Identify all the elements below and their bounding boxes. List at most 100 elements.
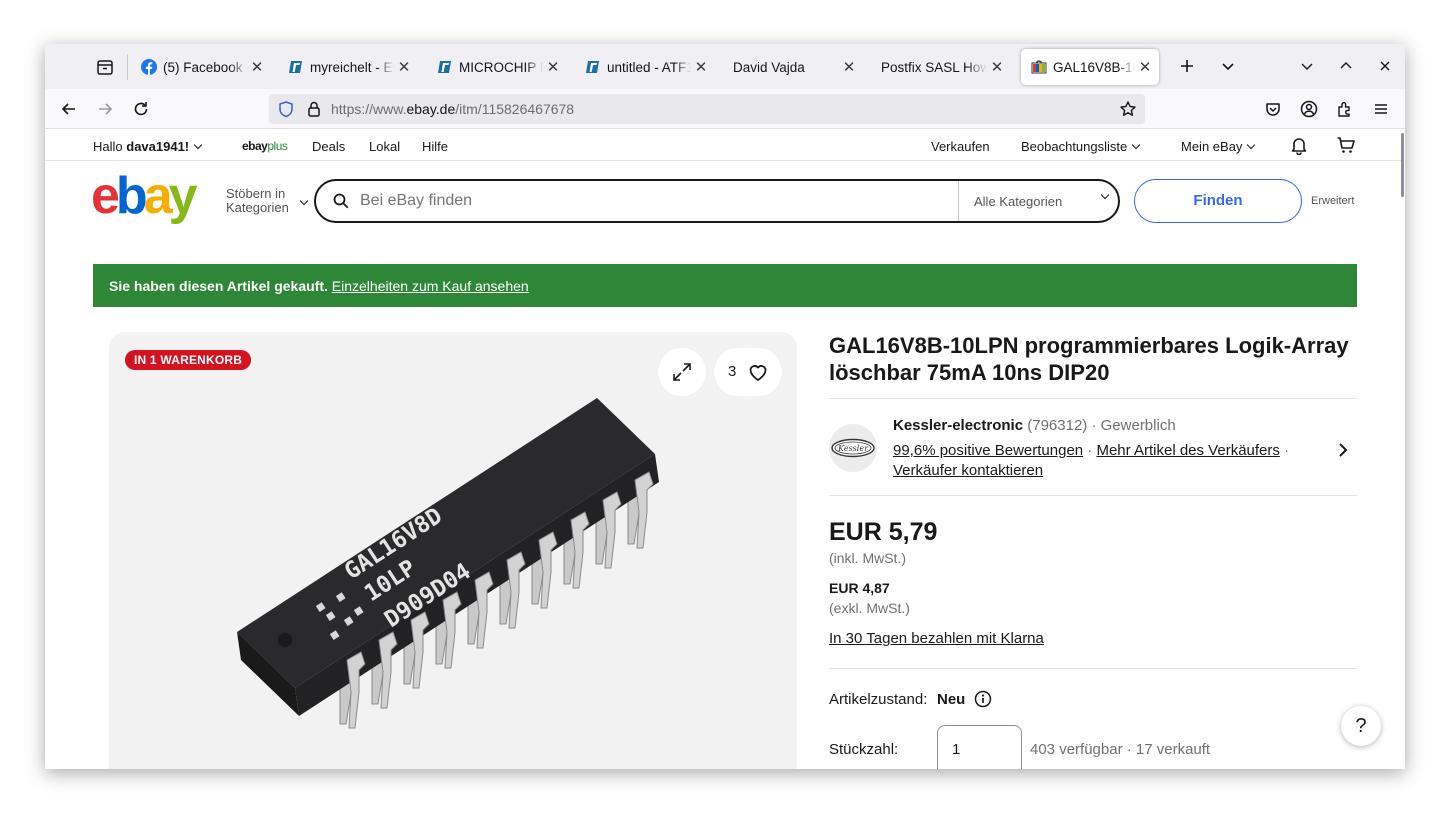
help-link[interactable]: Hilfe: [422, 139, 448, 154]
account-icon[interactable]: [1299, 99, 1319, 119]
tab-bar: (5) Facebook ✕ myreichelt - Elektronik ✕…: [45, 44, 1405, 89]
tab-title: MICROCHIP EEPROM: [459, 59, 543, 75]
kessler-logo-icon: Kessler: [831, 438, 875, 458]
category-select[interactable]: Alle Kategorien: [974, 194, 1062, 209]
heart-icon: [749, 365, 767, 381]
seller-logo[interactable]: Kessler: [829, 424, 877, 472]
image-gallery[interactable]: GAL16V8D 10LP D909D04 IN 1 WARENKORB 3: [109, 332, 797, 769]
bookmark-star-icon[interactable]: [1119, 100, 1137, 118]
back-arrow-icon[interactable]: [59, 99, 79, 119]
tab-ebay-active[interactable]: GAL16V8B-10LPN ✕: [1021, 49, 1159, 85]
contact-seller-link[interactable]: Verkäufer kontaktieren: [893, 462, 1043, 479]
watchlist-menu[interactable]: Beobachtungsliste: [1021, 139, 1141, 154]
find-button[interactable]: Finden: [1134, 179, 1302, 223]
purchase-details-link[interactable]: Einzelheiten zum Kauf ansehen: [332, 278, 529, 294]
ebay-icon: [1031, 60, 1047, 74]
chevron-down-icon: [1100, 190, 1110, 200]
url-bar[interactable]: https://www.ebay.de/itm/115826467678: [269, 94, 1145, 124]
price: EUR 5,79: [829, 518, 938, 546]
reload-icon[interactable]: [131, 99, 151, 119]
new-tab-icon[interactable]: [1177, 56, 1197, 76]
expand-icon: [673, 363, 691, 381]
browse-categories-button[interactable]: Stöbern in Kategorien: [226, 187, 289, 215]
tab-manager-icon[interactable]: [95, 57, 115, 77]
more-items-link[interactable]: Mehr Artikel des Verkäufers: [1096, 442, 1279, 459]
tab-title: untitled - ATF16V8: [607, 59, 691, 75]
maximize-chevron-icon[interactable]: [1336, 56, 1356, 76]
product-title: GAL16V8B-10LPN programmierbares Logik-Ar…: [829, 333, 1349, 385]
browser-window: (5) Facebook ✕ myreichelt - Elektronik ✕…: [45, 44, 1405, 769]
watch-count: 3: [728, 363, 737, 380]
quantity-label: Stückzahl:: [829, 741, 899, 758]
divider: [829, 668, 1357, 669]
ebay-plus-link[interactable]: ebayplus: [242, 139, 288, 153]
seller-feedback-count: (796312): [1027, 417, 1088, 434]
seller-name[interactable]: Kessler-electronic: [893, 417, 1023, 434]
seller-links: 99,6% positive Bewertungen · Mehr Artike…: [893, 442, 1290, 479]
net-price-note: (exkl. MwSt.): [829, 600, 910, 616]
url-text: https://www.ebay.de/itm/115826467678: [331, 101, 575, 117]
klarna-link[interactable]: In 30 Tagen bezahlen mit Klarna: [829, 630, 1044, 647]
advanced-search-link[interactable]: Erweitert: [1311, 195, 1354, 207]
info-icon[interactable]: [974, 690, 992, 708]
seller-info: Kessler-electronic (796312) · Gewerblich: [893, 417, 1176, 434]
tab-david-vajda[interactable]: David Vajda ✕: [723, 49, 863, 85]
forward-arrow-icon[interactable]: [95, 99, 115, 119]
deals-link[interactable]: Deals: [312, 139, 345, 154]
purchased-banner: Sie haben diesen Artikel gekauft. Einzel…: [93, 264, 1357, 307]
lock-icon[interactable]: [305, 100, 323, 118]
menu-icon[interactable]: [1371, 99, 1391, 119]
tab-title: (5) Facebook: [163, 59, 243, 75]
facebook-icon: [141, 59, 157, 75]
close-tab-icon[interactable]: ✕: [987, 58, 1007, 76]
tab-myreichelt[interactable]: myreichelt - Elektronik ✕: [278, 49, 418, 85]
close-tab-icon[interactable]: ✕: [394, 58, 414, 76]
extensions-icon[interactable]: [1335, 99, 1355, 119]
svg-text:Kessler: Kessler: [837, 444, 869, 453]
search-bar: Alle Kategorien: [314, 179, 1120, 223]
in-cart-badge: IN 1 WARENKORB: [125, 350, 252, 370]
price-note: (inkl. MwSt.): [829, 550, 906, 566]
reichelt-icon: [289, 61, 302, 73]
tab-separator: [127, 54, 128, 80]
minimize-chevron-icon[interactable]: [1297, 56, 1317, 76]
seller-type: · Gewerblich: [1091, 417, 1176, 434]
close-tab-icon[interactable]: ✕: [247, 58, 267, 76]
chevron-right-icon[interactable]: [1333, 440, 1353, 460]
tab-facebook[interactable]: (5) Facebook ✕: [131, 49, 271, 85]
net-price: EUR 4,87: [829, 580, 890, 596]
seller-rating-link[interactable]: 99,6% positive Bewertungen: [893, 442, 1083, 459]
watch-button[interactable]: 3: [714, 348, 782, 396]
pocket-icon[interactable]: [1263, 99, 1283, 119]
chevron-down-icon: [1132, 140, 1141, 150]
help-button[interactable]: ?: [1341, 706, 1381, 746]
tab-microchip[interactable]: MICROCHIP EEPROM ✕: [427, 49, 567, 85]
quantity-input[interactable]: [952, 741, 1007, 758]
search-input[interactable]: [360, 192, 910, 210]
local-link[interactable]: Lokal: [369, 139, 400, 154]
divider: [829, 495, 1357, 496]
availability-text: 403 verfügbar · 17 verkauft: [1030, 741, 1211, 758]
tab-postfix[interactable]: Postfix SASL Howto ✕: [871, 49, 1011, 85]
chevron-down-icon: [193, 140, 203, 150]
notification-bell-icon[interactable]: [1289, 135, 1309, 155]
greeting-menu[interactable]: Hallo dava1941!: [93, 139, 203, 154]
close-window-icon[interactable]: [1375, 56, 1395, 76]
close-tab-icon[interactable]: ✕: [543, 58, 563, 76]
tab-untitled[interactable]: untitled - ATF16V8 ✕: [575, 49, 715, 85]
divider: [829, 398, 1357, 399]
condition-value: Neu: [937, 691, 966, 708]
sell-link[interactable]: Verkaufen: [931, 139, 990, 154]
close-tab-icon[interactable]: ✕: [839, 58, 859, 76]
tab-list-chevron-icon[interactable]: [1218, 56, 1238, 76]
shopping-cart-icon[interactable]: [1336, 135, 1356, 155]
page-scrollbar[interactable]: [1401, 133, 1404, 197]
close-tab-icon[interactable]: ✕: [1135, 58, 1155, 76]
my-ebay-menu[interactable]: Mein eBay: [1181, 139, 1256, 154]
tracking-shield-icon[interactable]: [277, 100, 295, 118]
reichelt-icon: [438, 61, 451, 73]
expand-image-button[interactable]: [658, 348, 706, 396]
ebay-logo[interactable]: ebay: [91, 170, 198, 222]
banner-text: Sie haben diesen Artikel gekauft.: [109, 278, 328, 294]
close-tab-icon[interactable]: ✕: [691, 58, 711, 76]
